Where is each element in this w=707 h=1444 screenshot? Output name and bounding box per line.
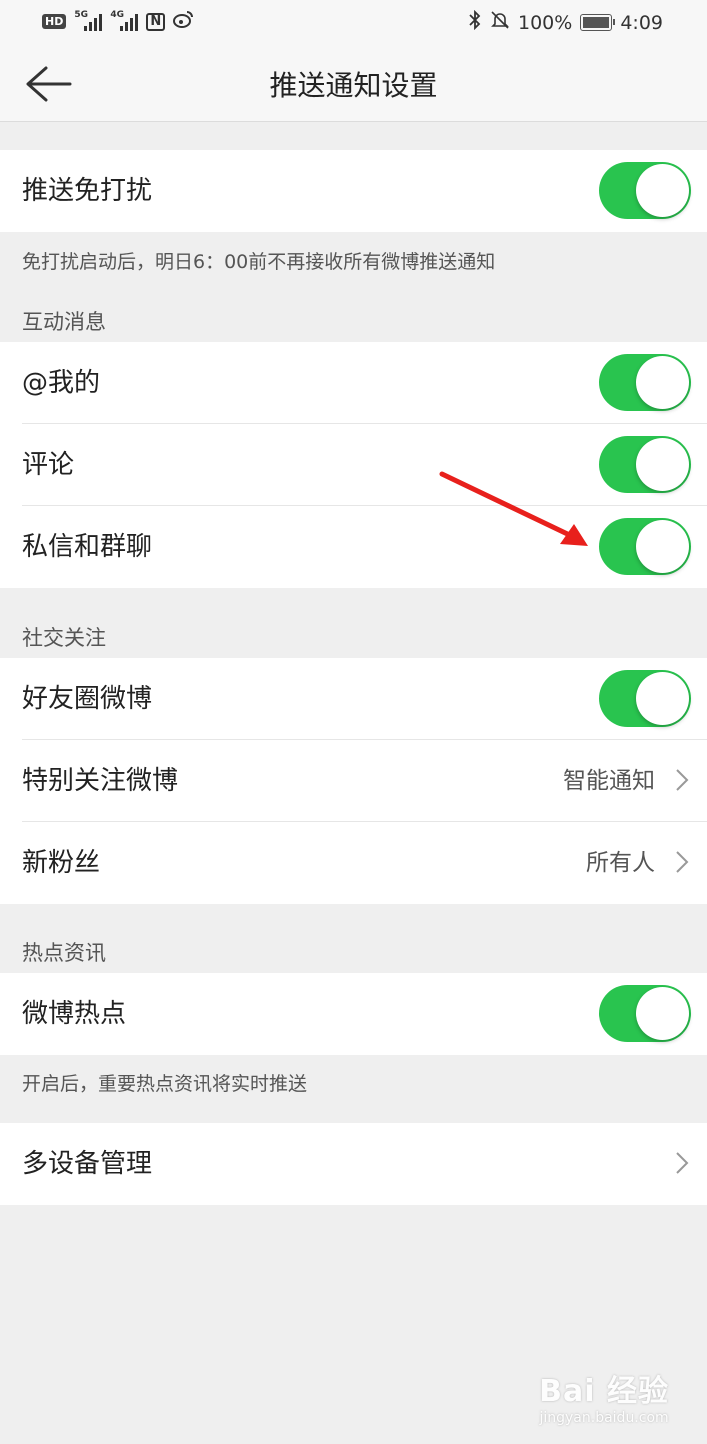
nav-bar: 推送通知设置 [0,44,707,122]
friends-weibo-label: 好友圈微博 [22,684,153,714]
dnd-note: 免打扰启动后，明日6：00前不再接收所有微博推送通知 [22,251,496,273]
section-interaction: 互动消息 [22,310,106,334]
status-right: 100% 4:09 [468,9,663,35]
mention-toggle[interactable] [599,354,691,411]
hd-badge: HD [42,14,67,29]
page-title: 推送通知设置 [269,69,438,102]
weibo-hot-toggle[interactable] [599,985,691,1042]
messages-toggle[interactable] [599,518,691,575]
mute-bell-icon [490,10,510,35]
dnd-row: 推送免打扰 [0,150,707,232]
nfc-icon: N [146,12,166,31]
comment-label: 评论 [22,450,75,480]
row-messages: 私信和群聊 [0,506,707,588]
messages-label: 私信和群聊 [22,532,153,562]
friends-weibo-toggle[interactable] [599,670,691,727]
watermark-main: Bai 经验 [539,1374,669,1409]
status-left: HD 5G 4G N [42,10,194,33]
row-multi-device[interactable]: 多设备管理 [0,1123,707,1205]
row-new-fans[interactable]: 新粉丝 所有人 [0,822,707,904]
weibo-hot-label: 微博热点 [22,999,127,1029]
chevron-right-icon [676,851,689,873]
annotation-arrow-icon [439,471,588,546]
chevron-right-icon [676,1152,689,1174]
chevron-right-icon [676,769,689,791]
section-hot: 热点资讯 [22,941,106,965]
comment-toggle[interactable] [599,436,691,493]
hot-note: 开启后，重要热点资讯将实时推送 [22,1073,308,1095]
row-friends-weibo: 好友圈微博 [0,658,707,740]
dnd-toggle[interactable] [599,162,691,219]
clock: 4:09 [620,11,663,34]
special-follow-value: 智能通知 [563,768,655,794]
watermark-sub: jingyan.baidu.com [539,1410,669,1426]
baidu-watermark: Bai 经验 jingyan.baidu.com [539,1366,669,1426]
special-follow-label: 特别关注微博 [22,766,179,796]
dnd-label: 推送免打扰 [22,176,153,206]
battery-icon [580,14,616,31]
signal-5g-icon: 5G [74,10,103,31]
mention-label: @我的 [22,368,101,398]
new-fans-value: 所有人 [586,850,655,876]
status-bar: HD 5G 4G N 100% 4:09 [0,0,707,44]
battery-percent: 100% [518,11,573,34]
row-mention: @我的 [0,342,707,424]
multi-device-label: 多设备管理 [22,1149,153,1179]
new-fans-label: 新粉丝 [22,848,101,878]
signal-4g-icon: 4G [110,10,139,31]
bluetooth-icon [468,9,482,35]
row-weibo-hot: 微博热点 [0,973,707,1055]
row-special-follow[interactable]: 特别关注微博 智能通知 [0,740,707,822]
weibo-icon [173,10,194,33]
section-social: 社交关注 [22,626,106,650]
row-comment: 评论 [0,424,707,506]
